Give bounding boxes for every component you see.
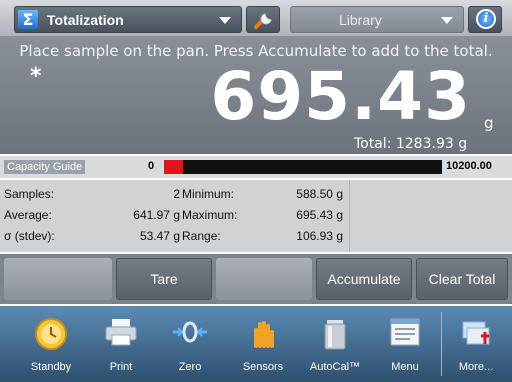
- sensors-button[interactable]: Sensors: [228, 306, 298, 382]
- accumulate-button[interactable]: Accumulate: [316, 258, 412, 300]
- zero-icon: [173, 321, 207, 343]
- zero-button[interactable]: Zero: [156, 306, 224, 382]
- autocal-button[interactable]: AutoCal™: [300, 306, 370, 382]
- stat-row-minimum: Minimum: 588.50 g: [182, 184, 343, 205]
- stat-row-average: Average: 641.97 g: [4, 205, 180, 226]
- stat-label: Samples:: [4, 187, 55, 201]
- menu-icon: [390, 318, 420, 346]
- capacity-bar: [164, 160, 442, 174]
- capacity-min: 0: [148, 160, 155, 172]
- bottom-nav: Standby Print Zero Sensors AutoCal™ Menu…: [0, 306, 512, 382]
- stat-row-range: Range: 106.93 g: [182, 226, 343, 247]
- statistics-column-right: Minimum: 588.50 g Maximum: 695.43 g Rang…: [182, 184, 343, 247]
- stat-row-samples: Samples: 2: [4, 184, 180, 205]
- weight-readout: 695.43: [210, 58, 471, 135]
- nav-label: Sensors: [242, 361, 284, 373]
- empty-button-slot: [216, 258, 312, 300]
- top-bar: Σ Totalization Library i: [0, 0, 512, 36]
- info-icon: i: [476, 9, 496, 29]
- stat-value: 106.93 g: [296, 229, 343, 243]
- capacity-guide-label: Capacity Guide: [4, 160, 86, 174]
- total-readout: Total: 1283.93 g: [354, 136, 468, 152]
- more-button[interactable]: More...: [444, 306, 508, 382]
- nav-label: AutoCal™: [309, 361, 361, 373]
- weight-unit[interactable]: g: [484, 114, 494, 132]
- capacity-bar-fill: [164, 160, 183, 174]
- stability-indicator: *: [30, 64, 42, 89]
- tare-button[interactable]: Tare: [116, 258, 212, 300]
- chevron-down-icon: [441, 17, 453, 24]
- nav-label: Standby: [30, 361, 72, 373]
- standby-icon: [35, 318, 67, 350]
- weighing-display: Place sample on the pan. Press Accumulat…: [0, 36, 512, 154]
- application-mode-label: Totalization: [47, 12, 124, 28]
- wrench-icon: [254, 13, 272, 29]
- stat-label: σ (stdev):: [4, 229, 55, 243]
- library-label: Library: [339, 12, 382, 28]
- stat-value: 588.50 g: [296, 187, 343, 201]
- standby-button[interactable]: Standby: [14, 306, 88, 382]
- calibration-weight-icon: [324, 320, 346, 350]
- nav-label: Zero: [178, 361, 202, 373]
- hand-sensor-icon: [254, 321, 274, 348]
- stat-value: 53.47 g: [139, 229, 180, 243]
- more-icon: [462, 321, 490, 345]
- stat-value: 695.43 g: [296, 208, 343, 222]
- settings-button[interactable]: [246, 6, 280, 33]
- statistics-panel: Samples: 2 Average: 641.97 g σ (stdev): …: [0, 180, 512, 252]
- info-button[interactable]: i: [468, 6, 502, 33]
- nav-divider: [441, 312, 442, 376]
- nav-label: More...: [458, 361, 494, 373]
- empty-button-slot: [4, 258, 112, 300]
- stat-label: Average:: [4, 208, 52, 222]
- nav-label: Print: [109, 361, 133, 373]
- stat-value: 2: [173, 187, 180, 201]
- totalization-icon: Σ: [18, 10, 38, 29]
- statistics-column-left: Samples: 2 Average: 641.97 g σ (stdev): …: [4, 184, 180, 247]
- capacity-guide: Capacity Guide 0 10200.00: [0, 156, 512, 178]
- stat-label: Range:: [182, 229, 221, 243]
- library-dropdown[interactable]: Library: [290, 6, 464, 33]
- nav-label: Menu: [391, 361, 419, 373]
- menu-button[interactable]: Menu: [372, 306, 438, 382]
- capacity-max: 10200.00: [446, 160, 492, 172]
- stat-label: Maximum:: [182, 208, 238, 222]
- stat-label: Minimum:: [182, 187, 235, 201]
- printer-icon: [105, 319, 137, 346]
- application-mode-dropdown[interactable]: Σ Totalization: [14, 6, 242, 33]
- stat-value: 641.97 g: [133, 208, 180, 222]
- divider: [349, 180, 350, 252]
- stat-row-maximum: Maximum: 695.43 g: [182, 205, 343, 226]
- balance-screen: Σ Totalization Library i Place sample on…: [0, 0, 512, 382]
- print-button[interactable]: Print: [88, 306, 154, 382]
- clear-total-button[interactable]: Clear Total: [416, 258, 508, 300]
- action-bar: Tare Accumulate Clear Total: [0, 254, 512, 304]
- chevron-down-icon: [219, 17, 231, 24]
- stat-row-stdev: σ (stdev): 53.47 g: [4, 226, 180, 247]
